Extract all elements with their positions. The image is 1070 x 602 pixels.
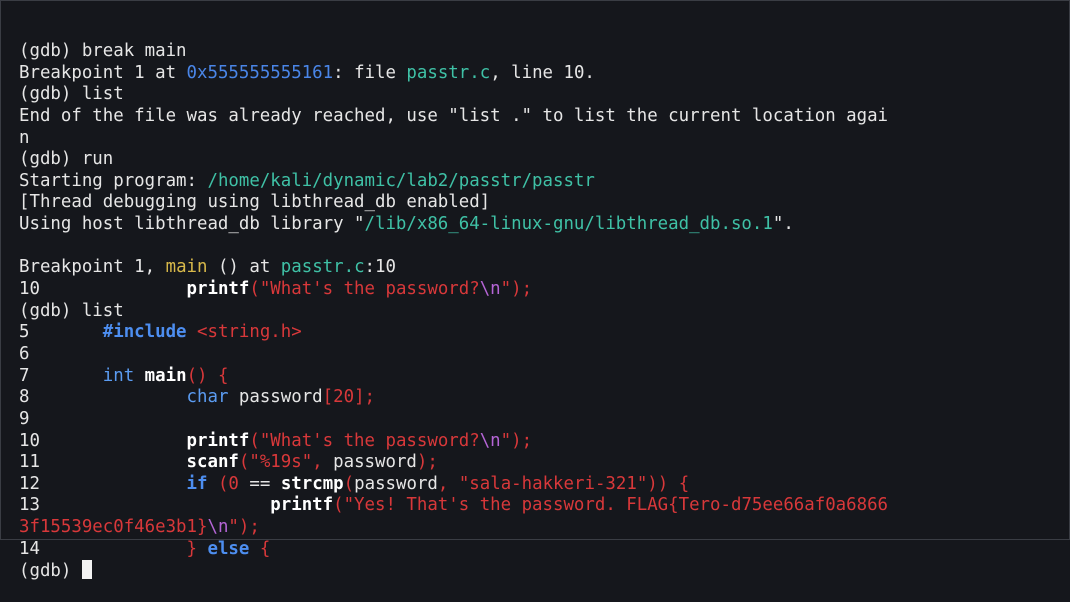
terminal-text: 5 bbox=[19, 322, 103, 343]
terminal-line: 7 int main() { bbox=[19, 366, 1069, 388]
terminal-text: 7 bbox=[19, 365, 103, 386]
terminal-text: 3f15539ec0f46e3b1} bbox=[19, 517, 208, 538]
terminal-text: () at bbox=[207, 257, 281, 278]
terminal-text: { bbox=[249, 538, 271, 559]
terminal-text: 12 bbox=[19, 473, 187, 494]
terminal-text: ); bbox=[416, 452, 438, 473]
terminal-text: Starting program: bbox=[19, 170, 208, 191]
terminal-line: 9 bbox=[19, 409, 1069, 431]
terminal-text: "); bbox=[500, 279, 533, 300]
terminal-text: , "sala-hakkeri-321")) { bbox=[437, 473, 690, 494]
terminal-line: 5 #include <string.h> bbox=[19, 322, 1069, 344]
terminal-line: 13 printf("Yes! That's the password. FLA… bbox=[19, 495, 1069, 517]
terminal-text: password bbox=[228, 387, 323, 408]
terminal-text: (gdb) break main bbox=[19, 41, 187, 61]
terminal-text: ". bbox=[772, 214, 794, 235]
terminal-line: Using host libthread_db library "/lib/x8… bbox=[19, 214, 1069, 236]
terminal-text: ("%19s", bbox=[238, 452, 334, 473]
terminal-text: if bbox=[186, 473, 208, 494]
terminal-text: printf bbox=[186, 430, 250, 451]
terminal-text: password bbox=[354, 473, 438, 494]
terminal-text: main bbox=[144, 365, 187, 386]
terminal-text: int bbox=[102, 365, 135, 386]
cursor bbox=[81, 560, 92, 580]
terminal-text: (gdb) list bbox=[19, 300, 124, 321]
terminal-text: "); bbox=[500, 430, 533, 451]
terminal-text: [20]; bbox=[322, 387, 376, 408]
terminal-line: End of the file was already reached, use… bbox=[19, 106, 1069, 128]
terminal-line: 11 scanf("%19s", password); bbox=[19, 452, 1069, 474]
terminal-text: \n bbox=[207, 517, 229, 538]
terminal-text: main bbox=[165, 257, 208, 278]
terminal-line: n bbox=[19, 128, 1069, 150]
terminal-text: n bbox=[19, 127, 30, 148]
terminal-line: Starting program: /home/kali/dynamic/lab… bbox=[19, 171, 1069, 193]
terminal-text: #include bbox=[102, 322, 187, 343]
terminal-line: 8 char password[20]; bbox=[19, 387, 1069, 409]
terminal-text: 14 bbox=[19, 538, 187, 559]
terminal-line: (gdb) break main bbox=[19, 41, 1069, 63]
terminal-text: 10 bbox=[19, 279, 187, 300]
terminal-text: \n bbox=[479, 279, 501, 300]
terminal-text: Breakpoint 1 at bbox=[19, 62, 187, 83]
terminal-text: printf bbox=[186, 279, 250, 300]
terminal-line: 12 if (0 == strcmp(password, "sala-hakke… bbox=[19, 474, 1069, 496]
terminal-text: password bbox=[333, 452, 417, 473]
terminal-text: 13 bbox=[19, 495, 271, 516]
terminal-text: (0 bbox=[207, 473, 250, 494]
terminal-line: (gdb) list bbox=[19, 301, 1069, 323]
terminal-text: else bbox=[207, 538, 250, 559]
terminal-text: /lib/x86_64-linux-gnu/libthread_db.so.1 bbox=[364, 214, 773, 235]
terminal-text: "); bbox=[228, 517, 260, 538]
terminal-text: 8 bbox=[19, 387, 187, 408]
terminal-text: == bbox=[249, 473, 271, 494]
terminal-line: Breakpoint 1, main () at passtr.c:10 bbox=[19, 257, 1069, 279]
terminal-text: 11 bbox=[19, 452, 187, 473]
terminal-window[interactable]: (gdb) break main Breakpoint 1 at 0x555555… bbox=[0, 0, 1070, 581]
terminal-text: [Thread debugging using libthread_db ena… bbox=[19, 192, 491, 213]
terminal-text: /home/kali/dynamic/lab2/passtr/passtr bbox=[207, 170, 595, 191]
terminal-text: scanf bbox=[186, 452, 239, 473]
terminal-text: strcmp bbox=[280, 473, 344, 494]
terminal-line: (gdb) bbox=[19, 560, 1069, 582]
terminal-line: Breakpoint 1 at 0x555555555161: file pas… bbox=[19, 63, 1069, 85]
terminal-text: () { bbox=[186, 365, 229, 386]
terminal-text: (gdb) bbox=[19, 561, 82, 582]
terminal-text: char bbox=[186, 387, 229, 408]
terminal-text: \n bbox=[479, 430, 501, 451]
terminal-text: } bbox=[186, 538, 208, 559]
terminal-text: :10 bbox=[364, 257, 396, 278]
terminal-text: 0x555555555161 bbox=[186, 62, 334, 83]
terminal-line: 10 printf("What's the password?\n"); bbox=[19, 431, 1069, 453]
terminal-line: (gdb) list bbox=[19, 84, 1069, 106]
terminal-text: (gdb) run bbox=[19, 149, 114, 170]
terminal-line: 6 bbox=[19, 344, 1069, 366]
terminal-text: ( bbox=[343, 473, 355, 494]
terminal-text: 6 bbox=[19, 343, 30, 364]
terminal-line: 10 printf("What's the password?\n"); bbox=[19, 279, 1069, 301]
terminal-text: 9 bbox=[19, 408, 30, 429]
terminal-text: ("What's the password? bbox=[249, 279, 480, 300]
terminal-text: ("Yes! That's the password. FLAG{Tero-d7… bbox=[333, 495, 889, 516]
terminal-text: , line 10. bbox=[490, 62, 595, 83]
terminal-text: passtr.c bbox=[280, 257, 365, 278]
terminal-line: 14 } else { bbox=[19, 539, 1069, 561]
terminal-text: Using host libthread_db library " bbox=[19, 214, 365, 235]
terminal-line: [Thread debugging using libthread_db ena… bbox=[19, 192, 1069, 214]
terminal-text: 10 bbox=[19, 430, 187, 451]
terminal-line: 3f15539ec0f46e3b1}\n"); bbox=[19, 517, 1069, 539]
terminal-text: printf bbox=[270, 495, 334, 516]
terminal-text: (gdb) list bbox=[19, 84, 124, 105]
terminal-text: End of the file was already reached, use… bbox=[19, 105, 889, 126]
terminal-line: (gdb) run bbox=[19, 149, 1069, 171]
terminal-text: passtr.c bbox=[406, 62, 491, 83]
terminal-output: (gdb) break main Breakpoint 1 at 0x555555… bbox=[19, 41, 1069, 582]
terminal-text: : file bbox=[333, 62, 407, 83]
terminal-text: Breakpoint 1, bbox=[19, 257, 166, 278]
terminal-text: ("What's the password? bbox=[249, 430, 480, 451]
terminal-text: <string.h> bbox=[186, 322, 302, 343]
